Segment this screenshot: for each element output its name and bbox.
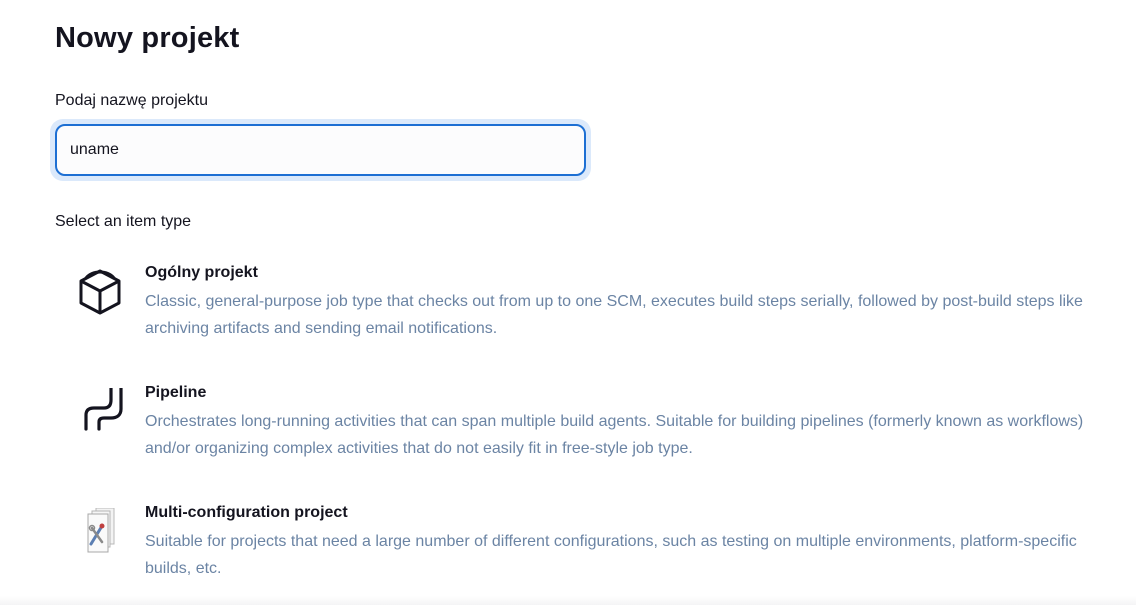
item-type-multi-config[interactable]: Multi-configuration project Suitable for… — [70, 504, 1110, 600]
cube-icon — [76, 268, 124, 320]
item-type-name: Ogólny projekt — [145, 264, 258, 281]
item-type-description: Orchestrates long-running activities tha… — [145, 413, 1084, 457]
item-name-focus-ring — [50, 119, 591, 181]
item-name-label: Podaj nazwę projektu — [55, 92, 208, 109]
page-title: Nowy projekt — [55, 22, 240, 54]
item-type-name: Multi-configuration project — [145, 504, 348, 521]
item-type-freestyle[interactable]: Ogólny projekt Classic, general-purpose … — [70, 264, 1110, 360]
multi-config-icon — [76, 507, 124, 560]
pipeline-icon — [76, 386, 124, 440]
new-item-page: Nowy projekt Podaj nazwę projektu Select… — [0, 0, 1136, 605]
item-type-name: Pipeline — [145, 384, 207, 401]
bottom-divider — [0, 596, 1136, 605]
item-type-section-label: Select an item type — [55, 213, 192, 230]
item-name-input[interactable] — [55, 124, 586, 176]
item-type-description: Suitable for projects that need a large … — [145, 533, 1077, 577]
item-type-description: Classic, general-purpose job type that c… — [145, 293, 1083, 337]
item-type-pipeline[interactable]: Pipeline Orchestrates long-running activ… — [70, 384, 1110, 480]
